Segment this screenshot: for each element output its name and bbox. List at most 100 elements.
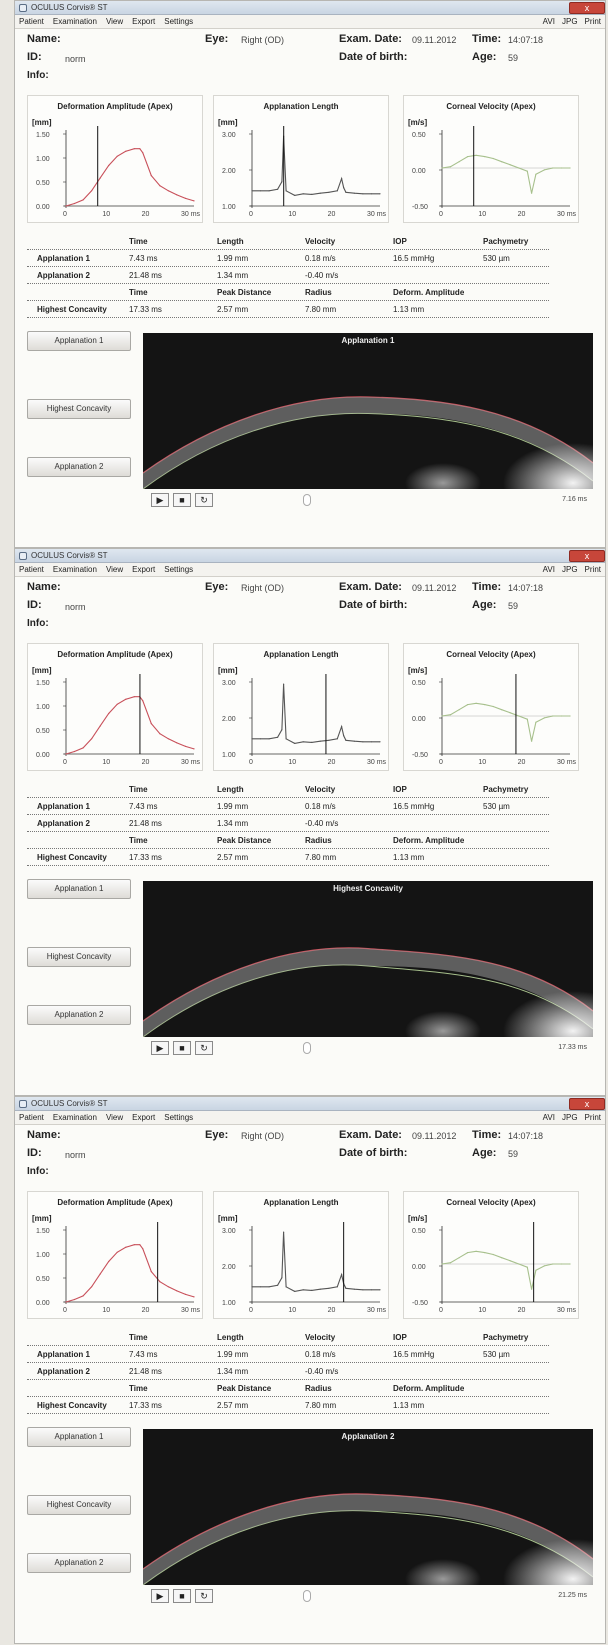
- x-tick-label: 10: [288, 1307, 296, 1314]
- data-point: [294, 1290, 296, 1292]
- title-bar: OCULUS Corvis® ST x: [15, 549, 605, 563]
- col-peak-distance: Peak Distance: [217, 1384, 272, 1393]
- timeline-slider[interactable]: [303, 494, 311, 506]
- applanation-1-button[interactable]: Applanation 1: [27, 1427, 131, 1447]
- applanation-1-button[interactable]: Applanation 1: [27, 331, 131, 351]
- highest-concavity-button[interactable]: Highest Concavity: [27, 947, 131, 967]
- menu-view[interactable]: View: [106, 17, 123, 26]
- applanation-2-button[interactable]: Applanation 2: [27, 457, 131, 477]
- timeline-slider[interactable]: [303, 1590, 311, 1602]
- data-line: [252, 684, 380, 744]
- menu-export[interactable]: Export: [132, 565, 155, 574]
- menu-patient[interactable]: Patient: [19, 565, 44, 574]
- play-button[interactable]: ▶: [151, 1589, 169, 1603]
- col-length: Length: [217, 1333, 244, 1342]
- data-point: [99, 725, 101, 727]
- avi-button[interactable]: AVI: [543, 565, 555, 574]
- reflection-glow: [405, 463, 481, 489]
- table-row: Highest Concavity 17.33 ms 2.57 mm 7.80 …: [27, 1397, 549, 1414]
- menu-view[interactable]: View: [106, 1113, 123, 1122]
- data-point: [379, 741, 381, 743]
- close-button[interactable]: x: [569, 1, 605, 14]
- jpg-button[interactable]: JPG: [562, 1113, 578, 1122]
- menu-export[interactable]: Export: [132, 1113, 155, 1122]
- jpg-button[interactable]: JPG: [562, 17, 578, 26]
- menu-patient[interactable]: Patient: [19, 17, 44, 26]
- data-point: [108, 712, 110, 715]
- print-button[interactable]: Print: [585, 565, 601, 574]
- y-tick-label: 0.00: [412, 168, 426, 175]
- timeline-slider[interactable]: [303, 1042, 311, 1054]
- menu-patient[interactable]: Patient: [19, 1113, 44, 1122]
- eye-label: Eye:: [205, 581, 229, 593]
- window-title: OCULUS Corvis® ST: [31, 1099, 108, 1108]
- jpg-button[interactable]: JPG: [562, 565, 578, 574]
- data-point: [484, 156, 486, 158]
- x-tick-label: 10: [102, 211, 110, 218]
- dob-label: Date of birth:: [339, 1147, 408, 1159]
- dob-label: Date of birth:: [339, 599, 408, 611]
- repeat-button[interactable]: ↻: [195, 1589, 213, 1603]
- data-point: [302, 741, 304, 743]
- col-velocity: Velocity: [305, 237, 336, 246]
- table-header: Time Peak Distance Radius Deform. Amplit…: [27, 284, 549, 301]
- stop-button[interactable]: ■: [173, 1041, 191, 1055]
- highest-concavity-button[interactable]: Highest Concavity: [27, 1495, 131, 1515]
- reflection-glow: [503, 991, 593, 1037]
- menu-settings[interactable]: Settings: [164, 1113, 193, 1122]
- print-button[interactable]: Print: [585, 1113, 601, 1122]
- play-button[interactable]: ▶: [151, 1041, 169, 1055]
- data-point: [268, 190, 270, 192]
- menu-examination[interactable]: Examination: [53, 565, 97, 574]
- data-point: [277, 188, 279, 190]
- cell: 0.18 m/s: [305, 254, 336, 263]
- eye-value: Right (OD): [241, 583, 285, 593]
- eye-value: Right (OD): [241, 1131, 285, 1141]
- data-point: [167, 738, 169, 740]
- data-point: [362, 741, 364, 743]
- applanation-1-button[interactable]: Applanation 1: [27, 879, 131, 899]
- data-point: [319, 1288, 321, 1290]
- avi-button[interactable]: AVI: [543, 17, 555, 26]
- cell: 16.5 mmHg: [393, 802, 435, 811]
- data-point: [65, 205, 67, 207]
- col-length: Length: [217, 237, 244, 246]
- data-point: [518, 167, 520, 169]
- data-point: [328, 1287, 330, 1289]
- y-tick-label: 0.00: [36, 752, 50, 759]
- data-point: [492, 157, 494, 160]
- highest-concavity-button[interactable]: Highest Concavity: [27, 399, 131, 419]
- data-point: [99, 177, 101, 179]
- avi-button[interactable]: AVI: [543, 1113, 555, 1122]
- print-button[interactable]: Print: [585, 17, 601, 26]
- menu-examination[interactable]: Examination: [53, 1113, 97, 1122]
- menu-examination[interactable]: Examination: [53, 17, 97, 26]
- cell: 7.80 mm: [305, 853, 337, 862]
- applanation-2-button[interactable]: Applanation 2: [27, 1005, 131, 1025]
- data-point: [176, 742, 178, 744]
- data-point: [543, 717, 545, 719]
- corvis-window: OCULUS Corvis® ST x Patient Examination …: [14, 0, 606, 548]
- close-button[interactable]: x: [569, 549, 605, 562]
- x-tick-label: 20: [328, 1307, 336, 1314]
- stop-button[interactable]: ■: [173, 493, 191, 507]
- applanation-2-button[interactable]: Applanation 2: [27, 1553, 131, 1573]
- deformation-plot: 1.50 1.00 0.50 0.00 0 10 20 30 ms: [36, 126, 201, 218]
- menu-settings[interactable]: Settings: [164, 17, 193, 26]
- data-point: [125, 698, 127, 700]
- close-button[interactable]: x: [569, 1097, 605, 1110]
- menu-export[interactable]: Export: [132, 17, 155, 26]
- y-tick-label: 1.00: [36, 704, 50, 711]
- menu-view[interactable]: View: [106, 565, 123, 574]
- play-button[interactable]: ▶: [151, 493, 169, 507]
- x-tick-label: 0: [249, 759, 253, 766]
- repeat-button[interactable]: ↻: [195, 1041, 213, 1055]
- repeat-button[interactable]: ↻: [195, 493, 213, 507]
- exam-date-label: Exam. Date:: [339, 33, 402, 45]
- data-point: [142, 1248, 144, 1250]
- data-point: [294, 194, 296, 196]
- velocity-plot: 0.50 0.00 -0.50 0 10 20 30 ms: [412, 126, 577, 218]
- data-point: [509, 1260, 511, 1262]
- menu-settings[interactable]: Settings: [164, 565, 193, 574]
- stop-button[interactable]: ■: [173, 1589, 191, 1603]
